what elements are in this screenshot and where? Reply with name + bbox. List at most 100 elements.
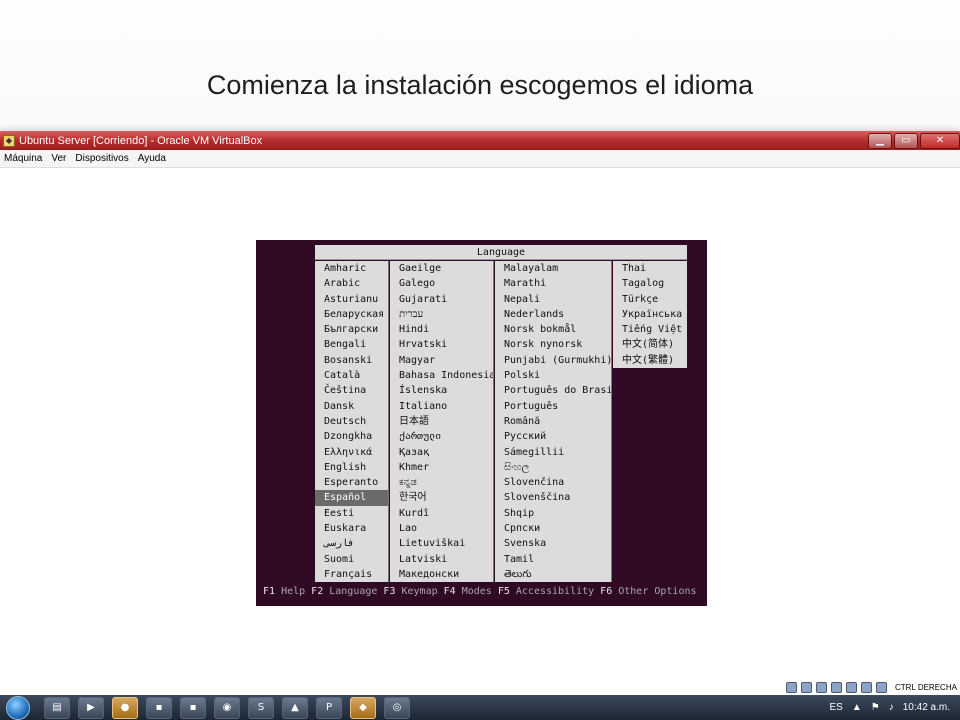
language-option[interactable]: Íslenska <box>390 383 493 398</box>
language-option[interactable]: Khmer <box>390 460 493 475</box>
language-option[interactable]: Slovenčina <box>495 475 611 490</box>
language-option[interactable]: Hrvatski <box>390 337 493 352</box>
clock[interactable]: 10:42 a.m. <box>903 702 950 713</box>
language-option[interactable]: ქართული <box>390 429 493 444</box>
usb-icon[interactable] <box>816 682 827 693</box>
maximize-button[interactable]: ▭ <box>894 132 918 149</box>
language-option[interactable]: Русский <box>495 429 611 444</box>
app-taskbar-icon[interactable]: ◎ <box>384 696 410 719</box>
language-option[interactable]: Bahasa Indonesia <box>390 368 493 383</box>
language-option[interactable]: Esperanto <box>315 475 388 490</box>
language-option[interactable]: Čeština <box>315 383 388 398</box>
language-option[interactable]: English <box>315 460 388 475</box>
language-option[interactable]: Bosanski <box>315 353 388 368</box>
function-key-f5[interactable]: F5 Accessibility <box>498 586 594 597</box>
language-option[interactable]: Bengali <box>315 337 388 352</box>
language-option[interactable]: Português <box>495 399 611 414</box>
firefox-taskbar-icon[interactable]: ● <box>112 696 138 719</box>
language-option[interactable]: Amharic <box>315 261 388 276</box>
minimize-button[interactable]: ▁ <box>868 132 892 149</box>
function-key-f2[interactable]: F2 Language <box>311 586 377 597</box>
language-option[interactable]: Gujarati <box>390 292 493 307</box>
language-option[interactable]: Galego <box>390 276 493 291</box>
language-option[interactable]: Svenska <box>495 536 611 551</box>
language-option[interactable]: Shqip <box>495 506 611 521</box>
language-option[interactable]: Українська <box>613 307 687 322</box>
language-option[interactable]: Suomi <box>315 552 388 567</box>
language-option[interactable]: Tiếng Việt <box>613 322 687 337</box>
skype-taskbar-icon[interactable]: S <box>248 696 274 719</box>
language-option[interactable]: فارسی <box>315 536 388 551</box>
language-option[interactable]: Български <box>315 322 388 337</box>
language-option[interactable]: සිංහල <box>495 460 611 475</box>
menu-maquina[interactable]: Máquina <box>4 153 42 164</box>
language-option[interactable]: 中文(繁體) <box>613 353 687 368</box>
language-option[interactable]: Norsk nynorsk <box>495 337 611 352</box>
mouse-integration-icon[interactable] <box>876 682 887 693</box>
function-key-f4[interactable]: F4 Modes <box>444 586 492 597</box>
menu-ayuda[interactable]: Ayuda <box>138 153 166 164</box>
language-option[interactable]: Nederlands <box>495 307 611 322</box>
optical-drive-icon[interactable] <box>801 682 812 693</box>
language-option[interactable]: తెలుగు <box>495 567 611 582</box>
language-option[interactable]: Gaeilge <box>390 261 493 276</box>
language-option[interactable]: Kurdî <box>390 506 493 521</box>
show-hidden-icons-icon[interactable]: ▲ <box>852 702 862 713</box>
language-option[interactable]: Tamil <box>495 552 611 567</box>
menu-dispositivos[interactable]: Dispositivos <box>75 153 128 164</box>
language-option[interactable]: Català <box>315 368 388 383</box>
network-icon[interactable] <box>831 682 842 693</box>
language-option[interactable]: 日本語 <box>390 414 493 429</box>
language-option[interactable]: Беларуская <box>315 307 388 322</box>
language-option[interactable]: Malayalam <box>495 261 611 276</box>
language-option[interactable]: 한국어 <box>390 490 493 505</box>
language-option[interactable]: Euskara <box>315 521 388 536</box>
window-titlebar[interactable]: ◆ Ubuntu Server [Corriendo] - Oracle VM … <box>0 131 960 150</box>
language-option[interactable]: Македонски <box>390 567 493 582</box>
language-option[interactable]: Deutsch <box>315 414 388 429</box>
language-option[interactable]: Punjabi (Gurmukhi) <box>495 353 611 368</box>
language-option[interactable]: Nepali <box>495 292 611 307</box>
language-option[interactable]: Asturianu <box>315 292 388 307</box>
language-option[interactable]: Dansk <box>315 399 388 414</box>
start-button[interactable] <box>6 695 30 720</box>
flag-icon[interactable]: ⚑ <box>871 702 880 713</box>
language-option[interactable]: Marathi <box>495 276 611 291</box>
language-option[interactable]: Tagalog <box>613 276 687 291</box>
hard-disk-icon[interactable] <box>786 682 797 693</box>
language-option[interactable]: Română <box>495 414 611 429</box>
language-option[interactable]: Polski <box>495 368 611 383</box>
language-option[interactable]: Hindi <box>390 322 493 337</box>
function-key-f3[interactable]: F3 Keymap <box>383 586 437 597</box>
language-indicator[interactable]: ES <box>830 702 843 713</box>
language-option[interactable]: עברית <box>390 307 493 322</box>
language-option[interactable]: Lao <box>390 521 493 536</box>
powerpoint-taskbar-icon[interactable]: P <box>316 696 342 719</box>
language-option[interactable]: Türkçe <box>613 292 687 307</box>
language-option[interactable]: Español <box>315 490 388 506</box>
language-option[interactable]: Magyar <box>390 353 493 368</box>
language-option[interactable]: Norsk bokmål <box>495 322 611 337</box>
language-option[interactable]: Sámegillii <box>495 445 611 460</box>
volume-icon[interactable]: ♪ <box>889 702 894 713</box>
function-key-f6[interactable]: F6 Other Options <box>600 586 696 597</box>
language-option[interactable]: Arabic <box>315 276 388 291</box>
language-option[interactable]: Thai <box>613 261 687 276</box>
vm-console-screen[interactable]: Language Amharic Arabic Asturianu Беларуска… <box>256 240 707 606</box>
language-option[interactable]: Ελληνικά <box>315 445 388 460</box>
language-option[interactable]: Slovenščina <box>495 490 611 505</box>
language-option[interactable]: Français <box>315 567 388 582</box>
language-option[interactable]: Lietuviškai <box>390 536 493 551</box>
menu-ver[interactable]: Ver <box>51 153 66 164</box>
language-option[interactable]: ಕನ್ನಡ <box>390 475 493 490</box>
language-option[interactable]: Dzongkha <box>315 429 388 444</box>
language-option[interactable]: Српски <box>495 521 611 536</box>
media-player-taskbar-icon[interactable]: ▶ <box>78 696 104 719</box>
acrobat-taskbar-icon[interactable]: ▲ <box>282 696 308 719</box>
virtualbox-taskbar-icon[interactable]: ◆ <box>350 696 376 719</box>
flash-taskbar-icon[interactable]: ▪ <box>146 696 172 719</box>
language-option[interactable]: Português do Brasil <box>495 383 611 398</box>
language-option[interactable]: 中文(简体) <box>613 337 687 352</box>
shared-folders-icon[interactable] <box>846 682 857 693</box>
capture-icon[interactable] <box>861 682 872 693</box>
